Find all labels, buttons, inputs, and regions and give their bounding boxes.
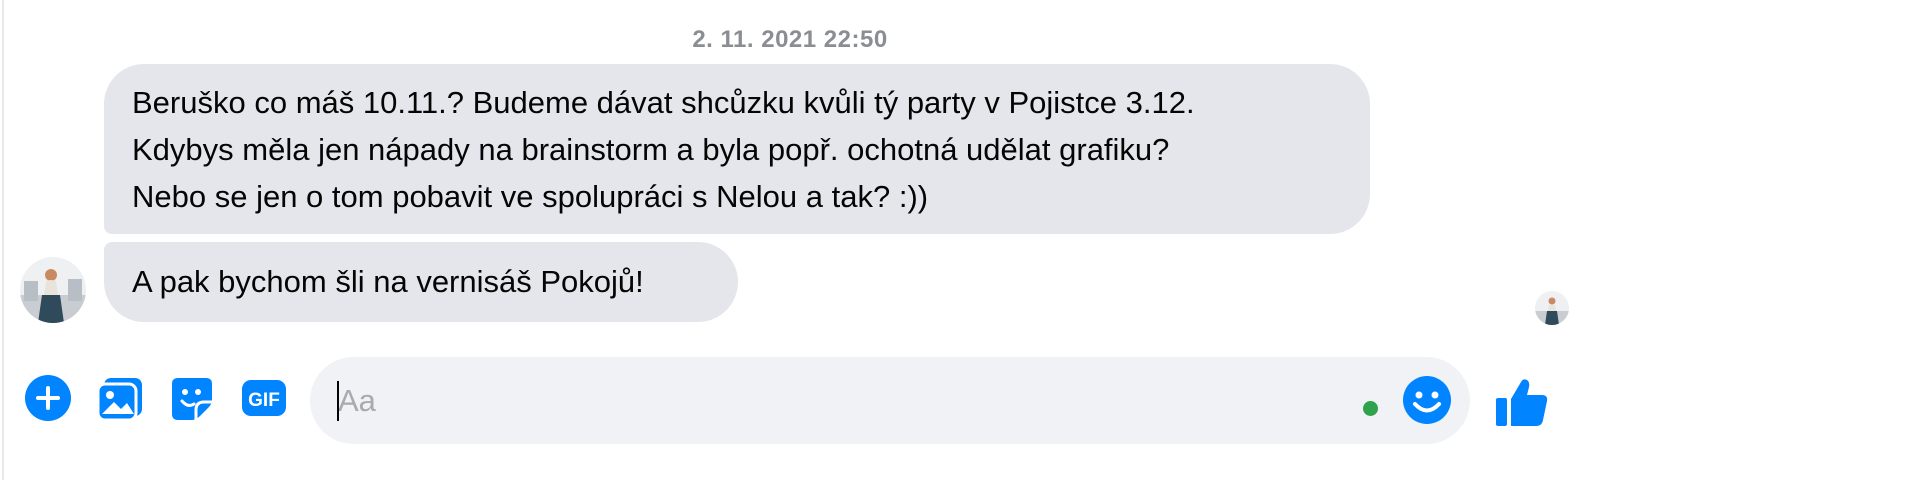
avatar-photo [20,257,86,323]
message-input[interactable] [338,357,1318,444]
sticker-icon[interactable] [168,374,216,422]
text-cursor [337,381,339,421]
panel-divider [2,0,4,480]
message-timestamp: 2. 11. 2021 22:50 [692,26,888,53]
gif-icon[interactable]: GIF [240,374,288,422]
plus-circle-icon[interactable] [24,374,72,422]
read-receipt-avatar [1535,291,1569,325]
sender-avatar[interactable] [20,257,86,323]
message-line: A pak bychom šli na vernisáš Pokojů! [132,264,644,299]
message-bubble[interactable]: A pak bychom šli na vernisáš Pokojů! [104,242,738,322]
online-status-dot [1363,401,1378,416]
message-line: Kdybys měla jen nápady na brainstorm a b… [132,132,1170,167]
chat-window: 2. 11. 2021 22:50 Beruško co máš 10.11.?… [0,0,1920,480]
message-bubble[interactable]: Beruško co máš 10.11.? Budeme dávat shců… [104,64,1370,234]
thumbs-up-icon[interactable] [1494,374,1550,430]
svg-text:GIF: GIF [248,390,280,411]
message-line: Beruško co máš 10.11.? Budeme dávat shců… [132,85,1195,120]
photo-gallery-icon[interactable] [96,374,144,422]
message-input-container[interactable] [310,357,1470,444]
emoji-icon[interactable] [1402,375,1452,425]
read-receipt-photo [1535,291,1569,325]
message-line: Nebo se jen o tom pobavit ve spolupráci … [132,179,929,214]
